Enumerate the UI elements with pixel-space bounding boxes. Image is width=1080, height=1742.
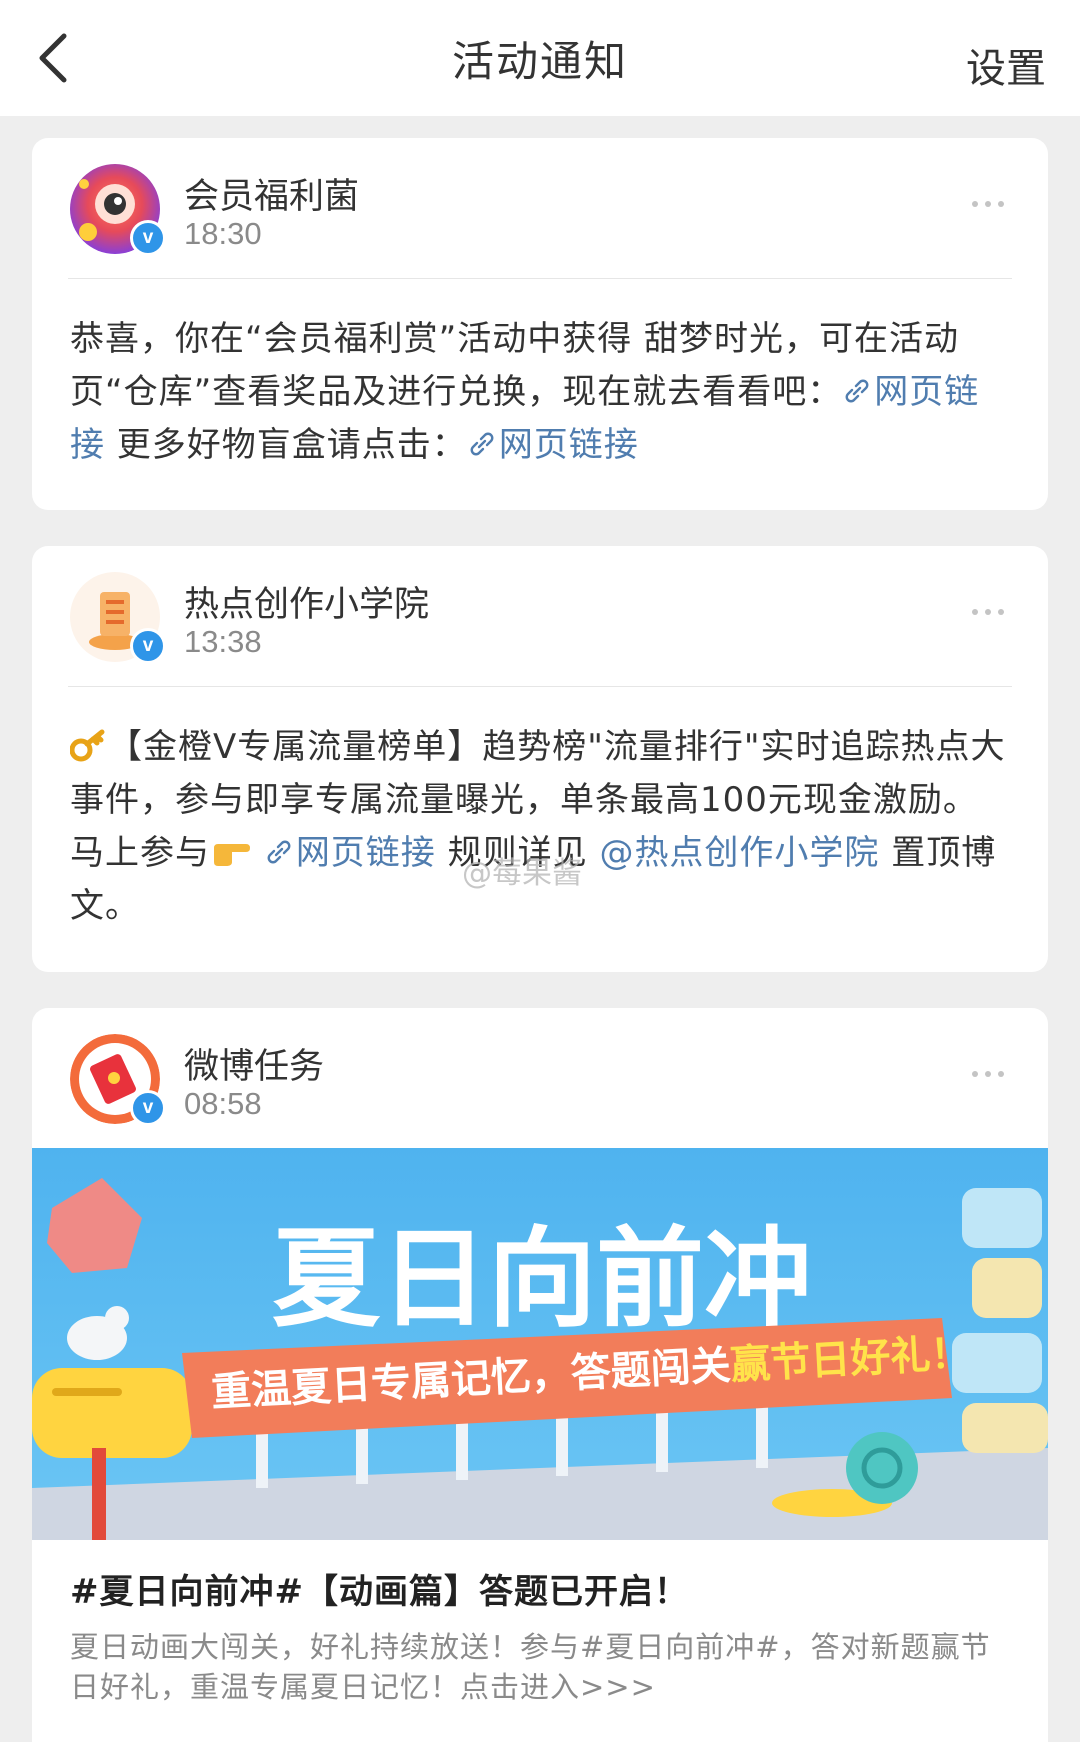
- post-title[interactable]: #夏日向前冲#【动画篇】答题已开启！: [32, 1540, 1048, 1613]
- card-header: v 热点创作小学院 13:38: [32, 546, 1048, 686]
- web-link[interactable]: 网页链接: [467, 425, 639, 465]
- verified-badge-icon: v: [130, 220, 166, 256]
- sender-name[interactable]: 微博任务: [184, 1038, 324, 1089]
- notification-card[interactable]: v 会员福利菌 18:30 恭喜，你在“会员福利赏”活动中获得 甜梦时光，可在活…: [32, 138, 1048, 510]
- more-options-icon[interactable]: [972, 192, 1012, 207]
- key-icon: [69, 729, 105, 762]
- notification-card[interactable]: v 微博任务 08:58 夏日向前冲 重温夏日专属记忆，答题闯关赢节日好礼！ #…: [32, 1008, 1048, 1742]
- timestamp: 13:38: [184, 624, 262, 659]
- banner-illustration: 夏日向前冲 重温夏日专属记忆，答题闯关赢节日好礼！: [32, 1148, 1048, 1540]
- more-options-icon[interactable]: [972, 1062, 1012, 1077]
- message-text: 更多好物盲盒请点击：: [105, 425, 467, 465]
- link-icon: [267, 840, 291, 864]
- pointing-hand-icon: [214, 844, 250, 866]
- settings-button[interactable]: 设置: [966, 36, 1046, 94]
- web-link[interactable]: 网页链接: [264, 833, 436, 873]
- top-nav-bar: 活动通知 设置: [0, 0, 1080, 116]
- message-body: 【金橙V专属流量榜单】趋势榜"流量排行"实时追踪热点大事件，参与即享专属流量曝光…: [32, 687, 1048, 969]
- verified-badge-icon: v: [130, 1090, 166, 1126]
- more-options-icon[interactable]: [972, 600, 1012, 615]
- card-header: v 会员福利菌 18:30: [32, 138, 1048, 278]
- post-description: 夏日动画大闯关，好礼持续放送！参与#夏日向前冲#，答对新题赢节日好礼，重温专属夏…: [70, 1630, 991, 1704]
- banner-headline: 夏日向前冲: [272, 1217, 812, 1342]
- sender-name[interactable]: 热点创作小学院: [184, 576, 429, 627]
- event-banner[interactable]: 夏日向前冲 重温夏日专属记忆，答题闯关赢节日好礼！: [32, 1148, 1048, 1540]
- link-icon: [470, 432, 494, 456]
- mention-link[interactable]: @热点创作小学院: [599, 833, 879, 873]
- chevron-left-icon[interactable]: [30, 28, 90, 88]
- verified-badge-icon: v: [130, 628, 166, 664]
- message-text: 恭喜，你在“会员福利赏”活动中获得 甜梦时光，可在活动页“仓库”查看奖品及进行兑…: [70, 319, 960, 412]
- notification-card[interactable]: v 热点创作小学院 13:38 【金橙V专属流量榜单】趋势榜"流量排行"实时追踪…: [32, 546, 1048, 972]
- avatar[interactable]: v: [70, 1034, 166, 1126]
- message-body: 恭喜，你在“会员福利赏”活动中获得 甜梦时光，可在活动页“仓库”查看奖品及进行兑…: [32, 279, 1048, 508]
- link-icon: [845, 379, 869, 403]
- card-header: v 微博任务 08:58: [32, 1008, 1048, 1148]
- timestamp: 08:58: [184, 1086, 262, 1121]
- watermark: @莓果酱: [462, 856, 582, 891]
- avatar[interactable]: v: [70, 164, 166, 256]
- avatar[interactable]: v: [70, 572, 166, 664]
- sender-name[interactable]: 会员福利菌: [184, 168, 359, 219]
- timestamp: 18:30: [184, 216, 262, 251]
- page-title: 活动通知: [451, 36, 628, 86]
